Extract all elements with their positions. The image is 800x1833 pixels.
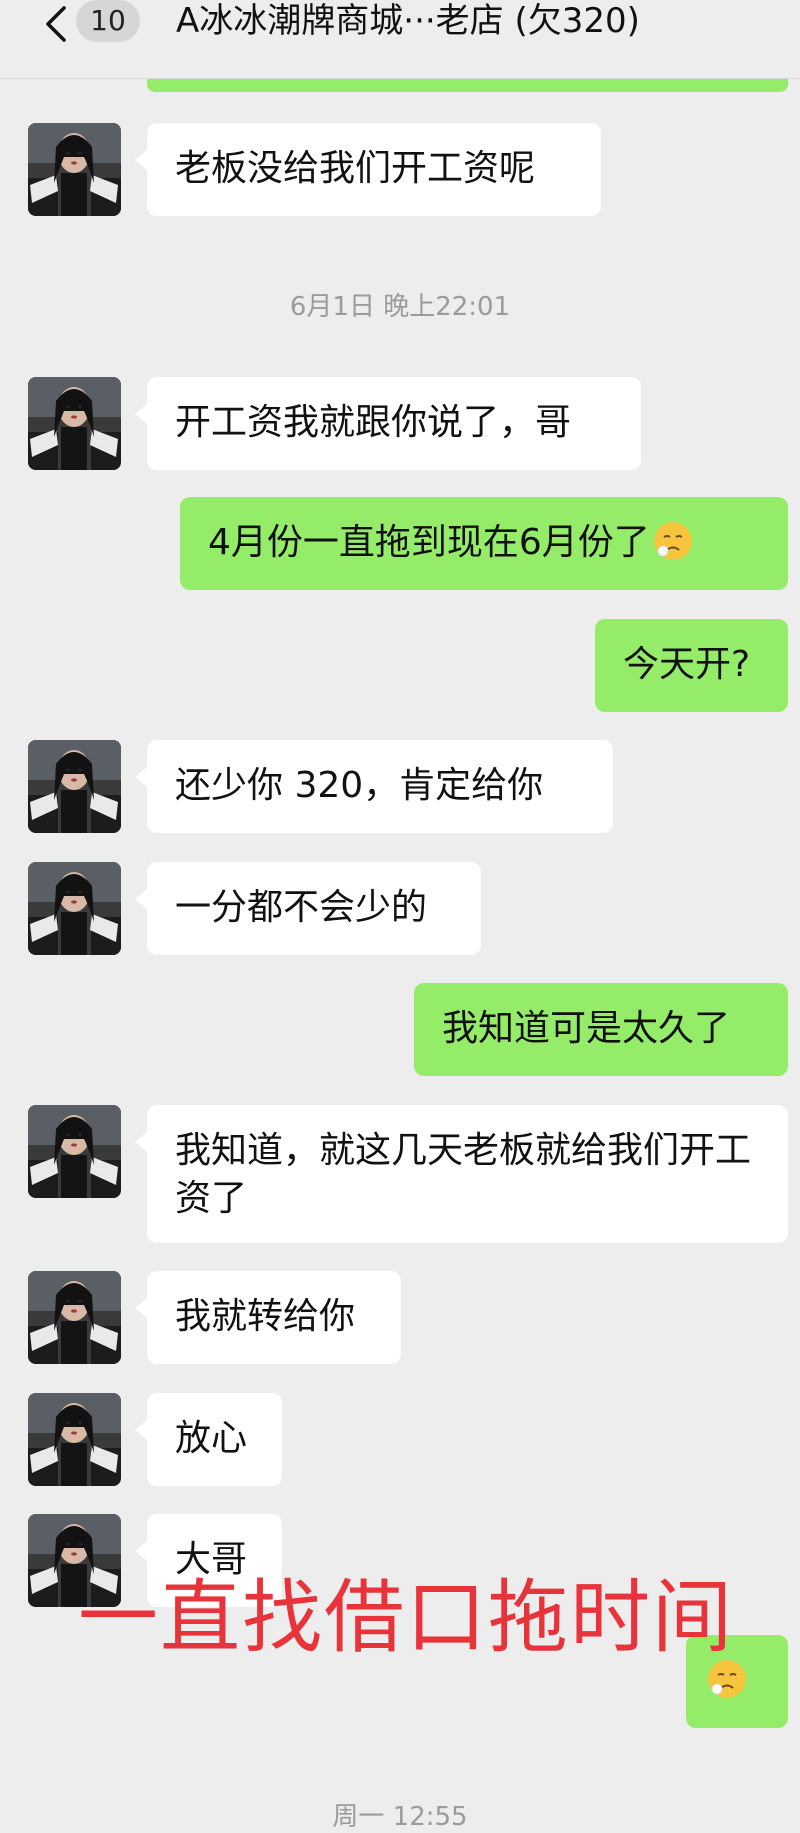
bubble-tail bbox=[135, 404, 147, 424]
bubble-tail bbox=[135, 1132, 147, 1152]
received-message[interactable]: 放心 bbox=[147, 1393, 282, 1486]
contact-avatar[interactable] bbox=[28, 862, 121, 955]
sent-message[interactable]: 4月份一直拖到现在6月份了 bbox=[180, 497, 788, 590]
contact-avatar[interactable] bbox=[28, 123, 121, 216]
contact-avatar[interactable] bbox=[28, 1393, 121, 1486]
received-message[interactable]: 一分都不会少的 bbox=[147, 862, 481, 955]
contact-avatar[interactable] bbox=[28, 377, 121, 470]
sad-face-emoji-icon bbox=[652, 520, 694, 562]
bubble-tail bbox=[135, 150, 147, 170]
received-message[interactable]: 开工资我就跟你说了，哥 bbox=[147, 377, 641, 470]
message-timestamp: 周一 12:55 bbox=[332, 1802, 468, 1832]
bubble-tail bbox=[135, 767, 147, 787]
contact-avatar[interactable] bbox=[28, 740, 121, 833]
bubble-tail bbox=[135, 1420, 147, 1440]
received-message[interactable]: 还少你 320，肯定给你 bbox=[147, 740, 613, 833]
chevron-left-icon[interactable] bbox=[38, 4, 78, 44]
received-message[interactable]: 我知道，就这几天老板就给我们开工资了 bbox=[147, 1105, 788, 1243]
overlay-caption: 一直找借口拖时间 bbox=[78, 1571, 734, 1664]
received-message[interactable]: 老板没给我们开工资呢 bbox=[147, 123, 601, 216]
received-message[interactable]: 我就转给你 bbox=[147, 1271, 401, 1364]
unread-count-badge[interactable]: 10 bbox=[76, 0, 140, 42]
contact-avatar[interactable] bbox=[28, 1271, 121, 1364]
bubble-tail bbox=[135, 1541, 147, 1561]
message-timestamp: 6月1日 晚上22:01 bbox=[289, 292, 511, 322]
sent-message[interactable]: 今天开? bbox=[595, 619, 788, 712]
bubble-tail bbox=[135, 889, 147, 909]
sent-message[interactable]: 我知道可是太久了 bbox=[414, 983, 788, 1076]
sent-message-text: 4月份一直拖到现在6月份了 bbox=[208, 522, 650, 563]
chat-title: A冰冰潮牌商城···老店 (欠320) bbox=[176, 1, 640, 41]
chat-header: 10 A冰冰潮牌商城···老店 (欠320) bbox=[0, 0, 800, 79]
contact-avatar[interactable] bbox=[28, 1105, 121, 1198]
bubble-tail bbox=[135, 1298, 147, 1318]
